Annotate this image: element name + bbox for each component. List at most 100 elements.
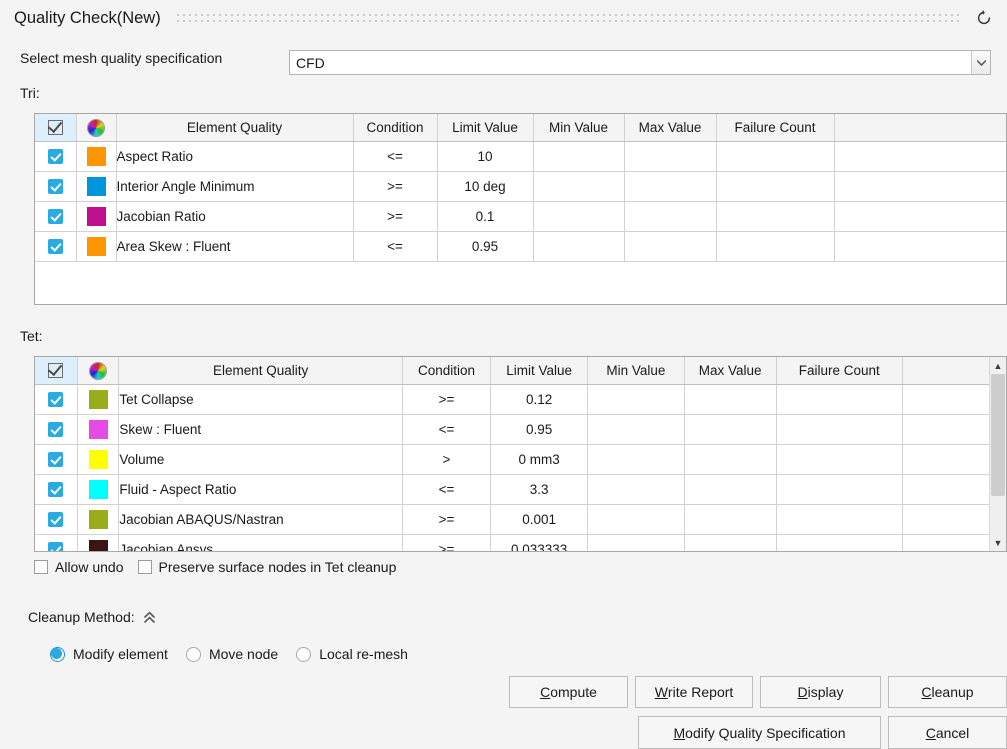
tet-row-color[interactable] bbox=[77, 535, 118, 553]
color-wheel-icon bbox=[90, 363, 106, 379]
tet-header-select-all[interactable] bbox=[35, 357, 77, 385]
table-row[interactable]: Jacobian ABAQUS/Nastran >= 0.001 bbox=[35, 505, 991, 535]
tri-header-failure-count[interactable]: Failure Count bbox=[716, 114, 834, 142]
tet-row-checkbox[interactable] bbox=[35, 535, 77, 553]
tet-row-limit[interactable]: 0.001 bbox=[490, 505, 587, 535]
allow-undo-checkbox[interactable]: Allow undo bbox=[34, 559, 124, 575]
mesh-quality-spec-value: CFD bbox=[290, 55, 971, 71]
tri-row-condition[interactable]: >= bbox=[353, 172, 437, 202]
tet-row-checkbox[interactable] bbox=[35, 445, 77, 475]
tet-row-spacer bbox=[902, 535, 990, 553]
tri-header-limit-value[interactable]: Limit Value bbox=[437, 114, 533, 142]
tet-table-body: Tet Collapse >= 0.12 Skew : Fluent <= 0.… bbox=[35, 385, 991, 553]
tet-row-limit[interactable]: 0.95 bbox=[490, 415, 587, 445]
tri-row-limit[interactable]: 10 bbox=[437, 142, 533, 172]
scrollbar-thumb[interactable] bbox=[991, 374, 1005, 496]
tri-header-max-value[interactable]: Max Value bbox=[624, 114, 716, 142]
radio-move-node-label: Move node bbox=[209, 646, 278, 662]
tri-row-checkbox[interactable] bbox=[35, 142, 76, 172]
table-row[interactable]: Area Skew : Fluent <= 0.95 bbox=[35, 232, 1006, 262]
tet-row-limit[interactable]: 0.033333 bbox=[490, 535, 587, 553]
display-button[interactable]: Display bbox=[760, 676, 881, 708]
tet-row-color[interactable] bbox=[77, 415, 118, 445]
tri-row-condition[interactable]: <= bbox=[353, 232, 437, 262]
tri-row-checkbox[interactable] bbox=[35, 172, 76, 202]
table-row[interactable]: Tet Collapse >= 0.12 bbox=[35, 385, 991, 415]
table-row[interactable]: Fluid - Aspect Ratio <= 3.3 bbox=[35, 475, 991, 505]
tet-row-color[interactable] bbox=[77, 505, 118, 535]
table-row[interactable]: Interior Angle Minimum >= 10 deg bbox=[35, 172, 1006, 202]
tet-row-color[interactable] bbox=[77, 475, 118, 505]
radio-local-remesh[interactable]: Local re-mesh bbox=[296, 646, 408, 662]
tet-row-condition[interactable]: <= bbox=[402, 415, 490, 445]
tet-row-color[interactable] bbox=[77, 385, 118, 415]
tet-row-condition[interactable]: >= bbox=[402, 385, 490, 415]
chevron-down-icon[interactable] bbox=[971, 51, 990, 74]
tet-header-limit-value[interactable]: Limit Value bbox=[490, 357, 587, 385]
tri-row-limit[interactable]: 0.95 bbox=[437, 232, 533, 262]
modify-quality-specification-button[interactable]: Modify Quality Specification bbox=[638, 716, 881, 749]
color-swatch bbox=[89, 420, 108, 439]
tri-header-element-quality[interactable]: Element Quality bbox=[116, 114, 353, 142]
tri-row-color[interactable] bbox=[76, 232, 116, 262]
tet-header-max-value[interactable]: Max Value bbox=[684, 357, 776, 385]
tet-row-checkbox[interactable] bbox=[35, 415, 77, 445]
preserve-surface-nodes-checkbox[interactable]: Preserve surface nodes in Tet cleanup bbox=[138, 559, 397, 575]
tri-header-select-all[interactable] bbox=[35, 114, 76, 142]
scroll-down-icon[interactable]: ▼ bbox=[990, 534, 1006, 551]
scrollbar-track[interactable] bbox=[990, 374, 1006, 534]
tri-row-checkbox[interactable] bbox=[35, 232, 76, 262]
mesh-quality-spec-select[interactable]: CFD bbox=[289, 50, 991, 75]
tri-row-limit[interactable]: 0.1 bbox=[437, 202, 533, 232]
radio-modify-element-label: Modify element bbox=[73, 646, 168, 662]
tet-header-min-value[interactable]: Min Value bbox=[588, 357, 684, 385]
table-row[interactable]: Aspect Ratio <= 10 bbox=[35, 142, 1006, 172]
tet-row-color[interactable] bbox=[77, 445, 118, 475]
tet-row-checkbox[interactable] bbox=[35, 385, 77, 415]
table-row[interactable]: Jacobian Ratio >= 0.1 bbox=[35, 202, 1006, 232]
tet-row-max bbox=[684, 505, 776, 535]
tet-header-color[interactable] bbox=[77, 357, 118, 385]
chevron-double-up-icon[interactable] bbox=[143, 610, 156, 624]
write-report-button[interactable]: Write Report bbox=[635, 676, 753, 708]
scroll-up-icon[interactable]: ▲ bbox=[990, 357, 1006, 374]
tet-table-scrollbar[interactable]: ▲ ▼ bbox=[989, 357, 1006, 551]
tri-row-condition[interactable]: >= bbox=[353, 202, 437, 232]
tri-header-color[interactable] bbox=[76, 114, 116, 142]
tet-row-condition[interactable]: >= bbox=[402, 505, 490, 535]
tet-header-condition[interactable]: Condition bbox=[402, 357, 490, 385]
tet-header-element-quality[interactable]: Element Quality bbox=[119, 357, 403, 385]
tri-row-limit[interactable]: 10 deg bbox=[437, 172, 533, 202]
tri-row-color[interactable] bbox=[76, 142, 116, 172]
tet-header-failure-count[interactable]: Failure Count bbox=[776, 357, 902, 385]
window-title-bar: Quality Check(New) bbox=[0, 0, 1007, 36]
tet-row-checkbox[interactable] bbox=[35, 475, 77, 505]
page-title: Quality Check(New) bbox=[14, 9, 161, 28]
tet-row-failures bbox=[776, 415, 902, 445]
compute-button[interactable]: Compute bbox=[509, 676, 628, 708]
write-report-button-mnemonic: W bbox=[655, 684, 668, 700]
radio-move-node[interactable]: Move node bbox=[186, 646, 278, 662]
color-swatch bbox=[87, 207, 106, 226]
tet-row-condition[interactable]: >= bbox=[402, 535, 490, 553]
tri-row-checkbox[interactable] bbox=[35, 202, 76, 232]
tet-row-condition[interactable]: > bbox=[402, 445, 490, 475]
table-row[interactable]: Jacobian Ansys >= 0.033333 bbox=[35, 535, 991, 553]
tri-header-condition[interactable]: Condition bbox=[353, 114, 437, 142]
tri-header-min-value[interactable]: Min Value bbox=[533, 114, 624, 142]
checkbox-icon bbox=[138, 560, 152, 574]
cleanup-button[interactable]: Cleanup bbox=[888, 676, 1007, 708]
tet-row-checkbox[interactable] bbox=[35, 505, 77, 535]
tet-row-limit[interactable]: 3.3 bbox=[490, 475, 587, 505]
table-row[interactable]: Skew : Fluent <= 0.95 bbox=[35, 415, 991, 445]
tri-row-color[interactable] bbox=[76, 172, 116, 202]
radio-modify-element[interactable]: Modify element bbox=[50, 646, 168, 662]
tet-row-limit[interactable]: 0 mm3 bbox=[490, 445, 587, 475]
tri-row-color[interactable] bbox=[76, 202, 116, 232]
cancel-button[interactable]: Cancel bbox=[888, 716, 1007, 749]
tet-row-condition[interactable]: <= bbox=[402, 475, 490, 505]
reset-icon[interactable] bbox=[973, 7, 995, 29]
table-row[interactable]: Volume > 0 mm3 bbox=[35, 445, 991, 475]
tet-row-limit[interactable]: 0.12 bbox=[490, 385, 587, 415]
tri-row-condition[interactable]: <= bbox=[353, 142, 437, 172]
